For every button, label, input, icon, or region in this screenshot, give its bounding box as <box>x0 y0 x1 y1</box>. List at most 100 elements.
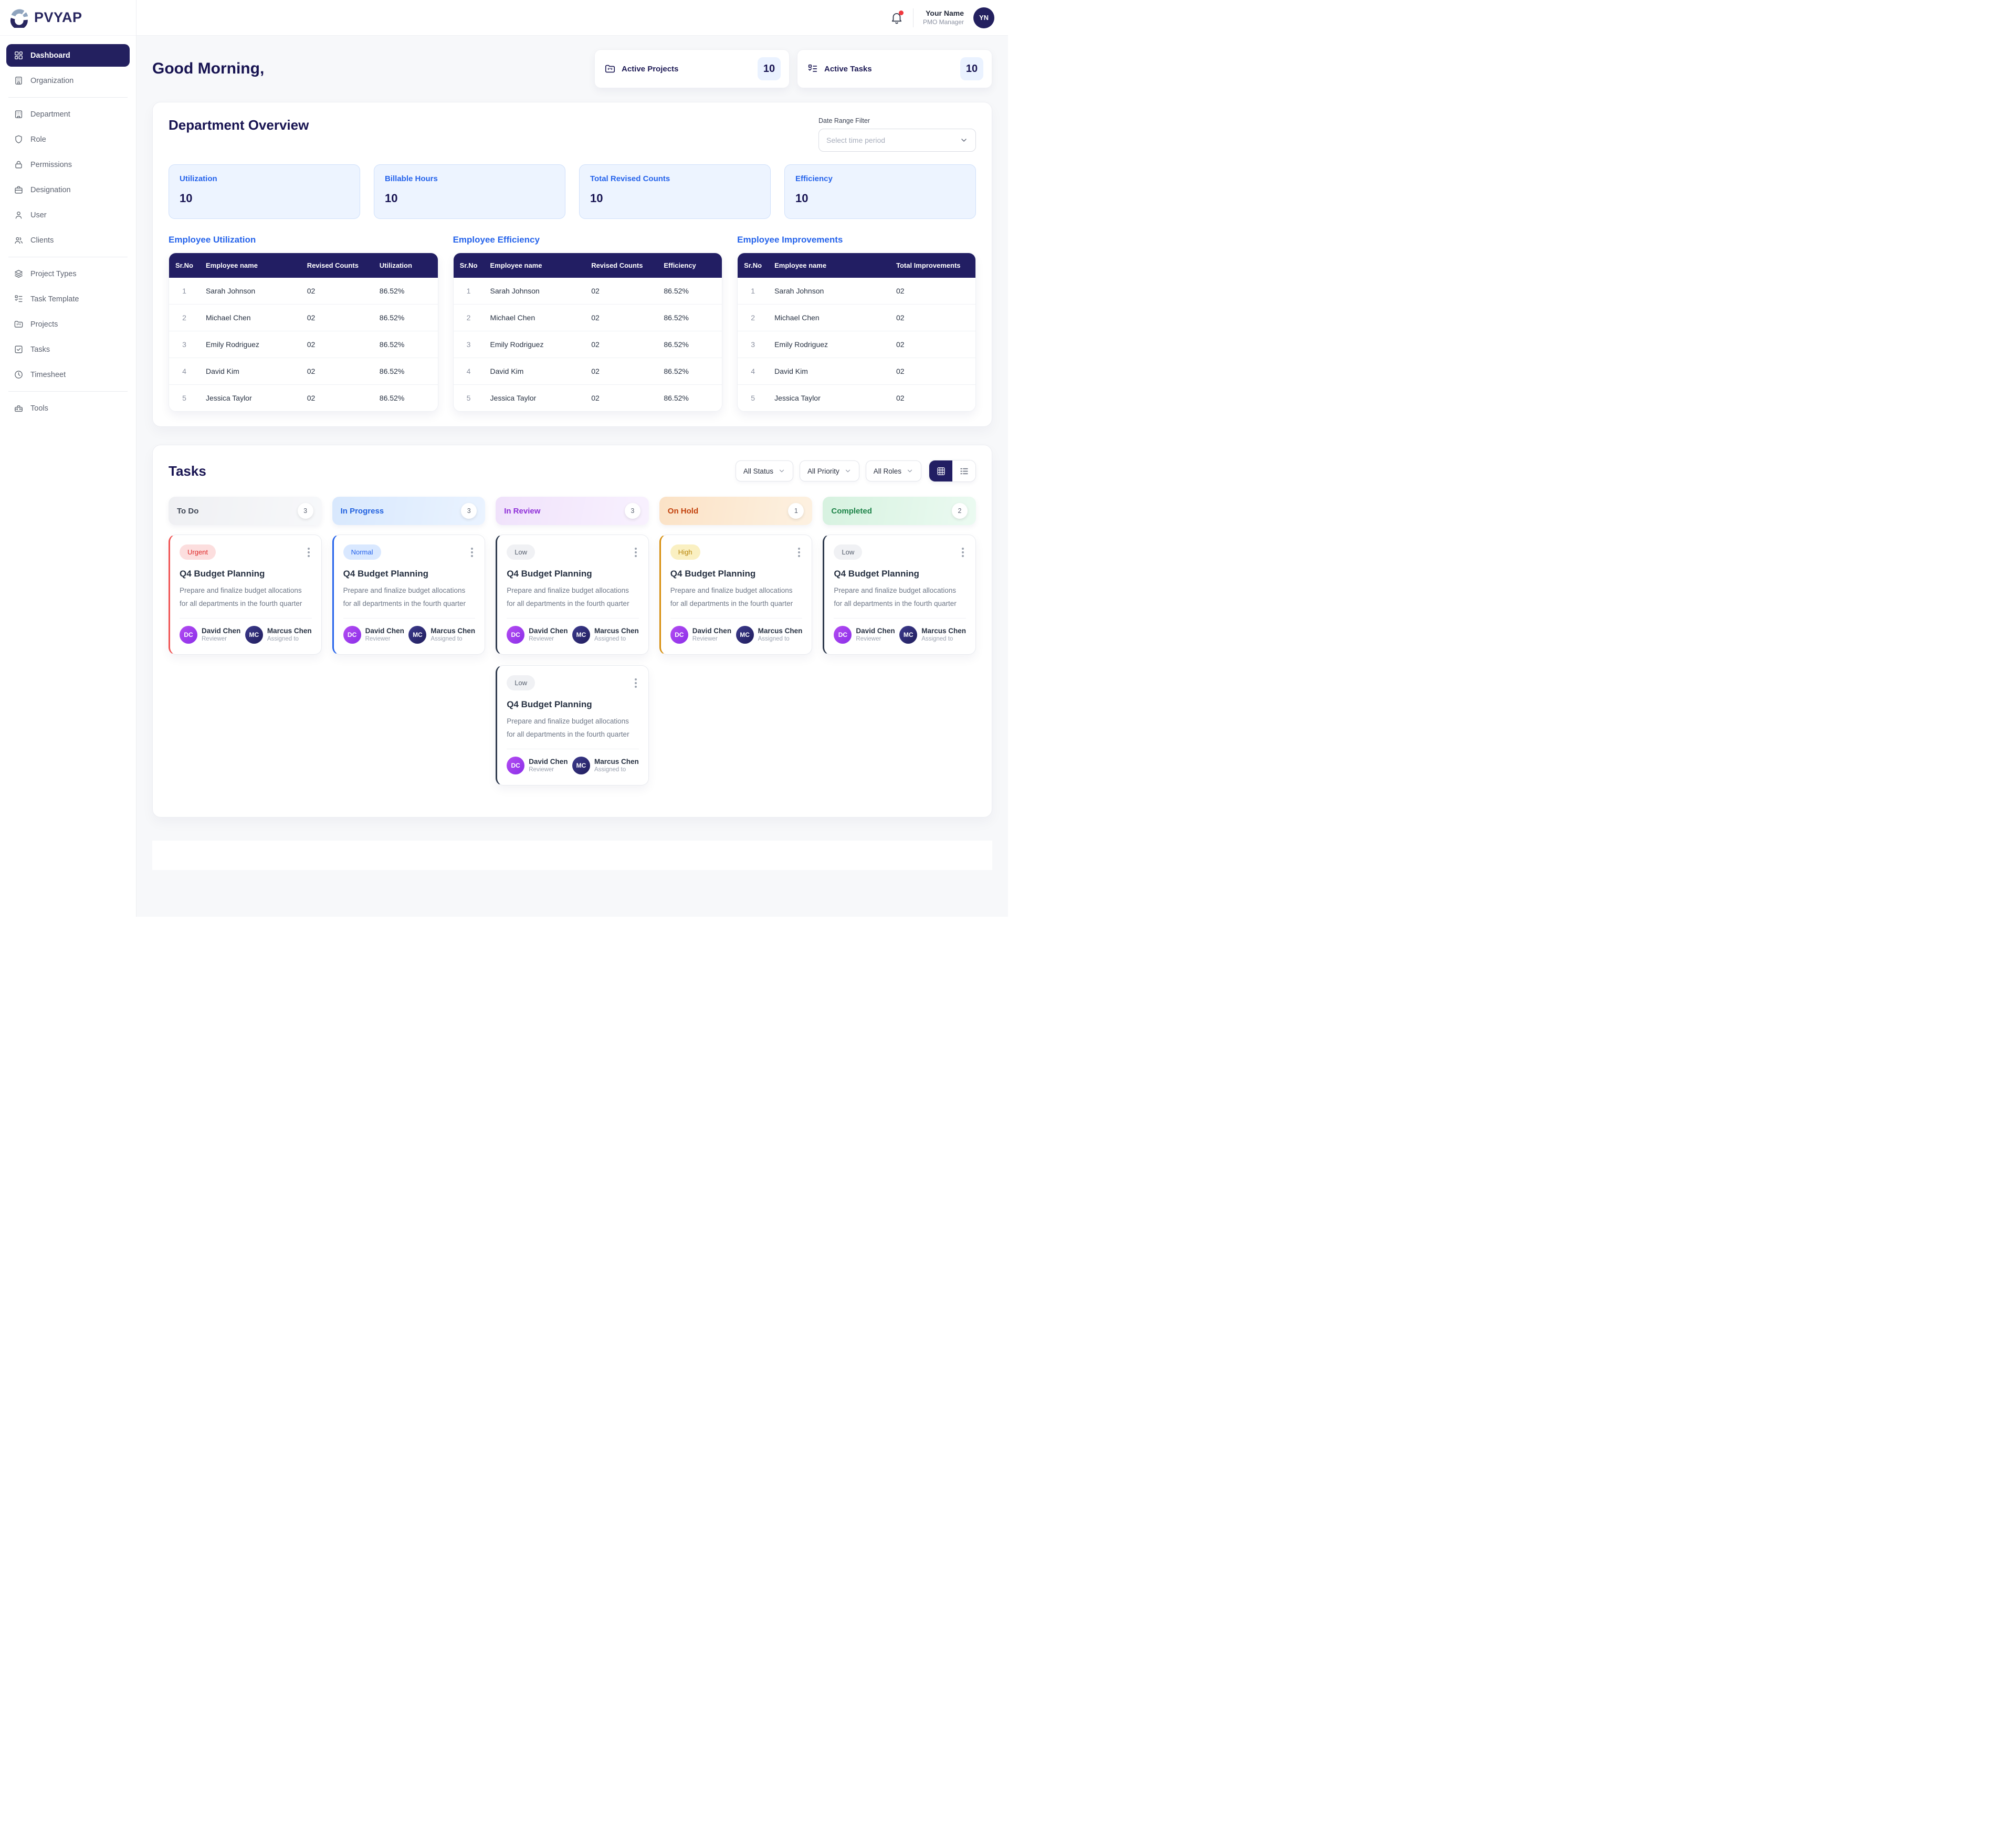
table-cell: Jessica Taylor <box>484 385 585 412</box>
app-root: PVYAP DashboardOrganization Department Rol… <box>0 0 1008 917</box>
table-header-cell: Total Improvements <box>890 253 975 278</box>
sidebar-item-clients[interactable]: Clients <box>6 229 130 251</box>
tasks-title: Tasks <box>169 463 206 479</box>
table-cell: 02 <box>585 358 657 385</box>
task-card[interactable]: LowQ4 Budget PlanningPrepare and finaliz… <box>496 665 649 785</box>
filter-all-roles[interactable]: All Roles <box>866 460 921 481</box>
user-role: Assigned to <box>594 636 639 642</box>
sidebar-item-permissions[interactable]: Permissions <box>6 153 130 176</box>
user-role: PMO Manager <box>923 18 964 26</box>
task-description: Prepare and finalize budget allocations … <box>507 715 639 749</box>
sidebar-item-dashboard[interactable]: Dashboard <box>6 44 130 67</box>
sidebar-item-task-template[interactable]: Task Template <box>6 288 130 310</box>
avatar[interactable]: YN <box>973 7 994 28</box>
column-name: Completed <box>831 507 872 516</box>
task-title: Q4 Budget Planning <box>834 569 966 579</box>
kebab-menu-icon[interactable] <box>960 544 966 560</box>
user-chip-meta: Marcus ChenAssigned to <box>758 627 803 642</box>
table-row: 2Michael Chen0286.52% <box>169 305 438 331</box>
table-cell: 86.52% <box>657 278 722 305</box>
summary-card-label: Active Tasks <box>824 65 872 74</box>
table-row: 3Emily Rodriguez02 <box>738 331 975 358</box>
table-row: 4David Kim0286.52% <box>169 358 438 385</box>
brand-name: PVYAP <box>34 9 82 26</box>
user-name: Marcus Chen <box>594 627 639 635</box>
summary-cards: Active Projects 10 Activ <box>594 49 992 88</box>
avatar: DC <box>670 626 688 644</box>
sidebar-item-user[interactable]: User <box>6 204 130 226</box>
sidebar-item-organization[interactable]: Organization <box>6 69 130 92</box>
table-cell: 3 <box>454 331 484 358</box>
kebab-menu-icon[interactable] <box>469 544 475 560</box>
task-card[interactable]: HighQ4 Budget PlanningPrepare and finali… <box>659 535 813 655</box>
briefcase-icon <box>14 185 24 195</box>
table-cell: David Kim <box>484 358 585 385</box>
stat-label: Efficiency <box>795 174 965 183</box>
filter-label: All Roles <box>874 467 901 475</box>
table-header-row: Sr.NoEmployee nameTotal Improvements <box>738 253 975 278</box>
table-cell: 02 <box>301 278 373 305</box>
sidebar-item-department[interactable]: Department <box>6 103 130 125</box>
avatar: DC <box>834 626 852 644</box>
kebab-menu-icon[interactable] <box>306 544 312 560</box>
task-card[interactable]: UrgentQ4 Budget PlanningPrepare and fina… <box>169 535 322 655</box>
active-tasks-card[interactable]: Active Tasks 10 <box>797 49 992 88</box>
sidebar-item-role[interactable]: Role <box>6 128 130 151</box>
column-count-badge: 2 <box>952 503 968 519</box>
avatar: MC <box>899 626 917 644</box>
filter-all-status[interactable]: All Status <box>736 460 793 481</box>
table-cell: 02 <box>585 385 657 412</box>
stat-label: Total Revised Counts <box>590 174 760 183</box>
table-cell: 2 <box>169 305 200 331</box>
list-view-button[interactable] <box>952 460 975 481</box>
task-description: Prepare and finalize budget allocations … <box>834 584 966 619</box>
grid-icon <box>936 466 946 476</box>
filter-all-priority[interactable]: All Priority <box>800 460 859 481</box>
sidebar-item-projects[interactable]: Projects <box>6 313 130 336</box>
user-chip-meta: Marcus ChenAssigned to <box>594 627 639 642</box>
task-card[interactable]: LowQ4 Budget PlanningPrepare and finaliz… <box>823 535 976 655</box>
priority-badge: Urgent <box>180 544 216 560</box>
sidebar-item-project-types[interactable]: Project Types <box>6 263 130 285</box>
brand-donut-icon <box>9 8 29 28</box>
sidebar-item-tasks[interactable]: Tasks <box>6 338 130 361</box>
user-role: Reviewer <box>202 636 240 642</box>
kebab-menu-icon[interactable] <box>633 544 639 560</box>
sidebar-item-designation[interactable]: Designation <box>6 179 130 201</box>
kanban-column-to-do: To Do3UrgentQ4 Budget PlanningPrepare an… <box>169 497 322 665</box>
kebab-menu-icon[interactable] <box>633 675 639 691</box>
table-cell: 3 <box>738 331 768 358</box>
dashboard-icon <box>14 50 24 60</box>
table-cell: Emily Rodriguez <box>484 331 585 358</box>
stat-cards: Utilization 10 Billable Hours 10 Total R… <box>169 164 976 219</box>
kebab-menu-icon[interactable] <box>796 544 802 560</box>
table-header-cell: Revised Counts <box>585 253 657 278</box>
time-period-select[interactable]: Select time period <box>818 129 976 152</box>
lock-icon <box>14 160 24 170</box>
table-cell: Sarah Johnson <box>768 278 890 305</box>
table-row: 3Emily Rodriguez0286.52% <box>169 331 438 358</box>
table-cell: 2 <box>738 305 768 331</box>
table-cell: 02 <box>301 305 373 331</box>
user-role: Reviewer <box>856 636 895 642</box>
task-card[interactable]: NormalQ4 Budget PlanningPrepare and fina… <box>332 535 486 655</box>
stat-card-efficiency: Efficiency 10 <box>784 164 976 219</box>
employee-tables: Employee UtilizationSr.NoEmployee nameRe… <box>169 235 976 412</box>
user-chip: DCDavid ChenReviewer <box>670 626 731 644</box>
active-projects-card[interactable]: Active Projects 10 <box>594 49 790 88</box>
task-card[interactable]: LowQ4 Budget PlanningPrepare and finaliz… <box>496 535 649 655</box>
kanban-board: To Do3UrgentQ4 Budget PlanningPrepare an… <box>169 497 976 796</box>
task-description: Prepare and finalize budget allocations … <box>507 584 639 619</box>
sidebar-item-timesheet[interactable]: Timesheet <box>6 363 130 386</box>
priority-badge: Low <box>507 675 535 690</box>
sidebar-item-tools[interactable]: Tools <box>6 397 130 420</box>
table-cell: 02 <box>890 358 975 385</box>
department-overview-panel: Department Overview Date Range Filter Se… <box>152 102 992 427</box>
grid-view-button[interactable] <box>929 460 952 481</box>
table-cell: 02 <box>301 358 373 385</box>
main-content: Good Morning, Active Projects <box>136 36 1008 870</box>
table-title: Employee Efficiency <box>453 235 723 245</box>
table-cell: 02 <box>301 331 373 358</box>
layers-icon <box>14 269 24 279</box>
notification-bell-icon[interactable] <box>890 11 904 25</box>
